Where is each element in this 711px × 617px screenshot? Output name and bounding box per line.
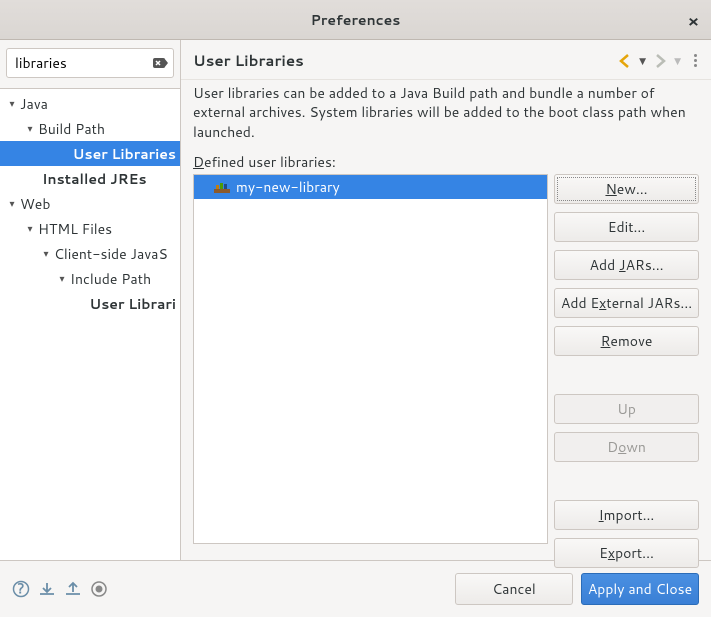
dialog-footer: ? Cancel Apply and Close bbox=[0, 560, 711, 617]
defined-libraries-label: Defined user libraries: bbox=[193, 152, 699, 172]
forward-icon[interactable] bbox=[652, 53, 668, 69]
tree-item-java[interactable]: ▾Java bbox=[0, 91, 180, 116]
library-buttons: New... Edit... Add JARs... Add External … bbox=[554, 174, 699, 568]
tree-item-build-path[interactable]: ▾Build Path bbox=[0, 116, 180, 141]
filter-search-input[interactable] bbox=[6, 48, 174, 78]
preferences-tree-sidebar: ▾Java ▾Build Path User Libraries Install… bbox=[0, 40, 181, 560]
tree-item-user-libraries[interactable]: User Libraries bbox=[0, 141, 180, 166]
preferences-page: User Libraries ▼ ▼ User libraries can be… bbox=[181, 40, 711, 560]
preferences-tree[interactable]: ▾Java ▾Build Path User Libraries Install… bbox=[0, 89, 180, 560]
expand-icon: ▾ bbox=[6, 197, 18, 211]
export-button[interactable]: Export... bbox=[554, 538, 699, 568]
page-history-nav: ▼ ▼ bbox=[617, 53, 699, 69]
tree-item-installed-jres[interactable]: Installed JREs bbox=[0, 166, 180, 191]
add-jars-button[interactable]: Add JARs... bbox=[554, 250, 699, 280]
edit-button[interactable]: Edit... bbox=[554, 212, 699, 242]
down-button: Down bbox=[554, 432, 699, 462]
export-prefs-icon[interactable] bbox=[64, 580, 82, 598]
tree-item-client-side-js[interactable]: ▾Client-side JavaS bbox=[0, 241, 180, 266]
svg-text:?: ? bbox=[17, 580, 24, 598]
library-icon bbox=[214, 181, 230, 193]
clear-search-icon[interactable] bbox=[152, 55, 168, 71]
back-icon[interactable] bbox=[617, 53, 633, 69]
tree-item-include-path[interactable]: ▾Include Path bbox=[0, 266, 180, 291]
library-name: my-new-library bbox=[236, 177, 340, 197]
page-menu-icon[interactable] bbox=[691, 54, 699, 67]
page-title: User Libraries bbox=[193, 50, 617, 71]
expand-icon: ▾ bbox=[56, 272, 68, 286]
new-button[interactable]: New... bbox=[554, 174, 699, 204]
add-external-jars-button[interactable]: Add External JARs... bbox=[554, 288, 699, 318]
tree-item-web-user-libraries[interactable]: User Librari bbox=[0, 291, 180, 316]
apply-and-close-button[interactable]: Apply and Close bbox=[581, 573, 699, 605]
forward-dropdown-icon[interactable]: ▼ bbox=[674, 54, 681, 67]
cancel-button[interactable]: Cancel bbox=[455, 573, 573, 605]
defined-libraries-list[interactable]: my-new-library bbox=[193, 174, 548, 544]
expand-icon: ▾ bbox=[40, 247, 52, 261]
help-icon[interactable]: ? bbox=[12, 580, 30, 598]
back-dropdown-icon[interactable]: ▼ bbox=[639, 54, 646, 67]
expand-icon: ▾ bbox=[24, 122, 36, 136]
window-close-button[interactable]: × bbox=[688, 10, 699, 33]
tree-item-web[interactable]: ▾Web bbox=[0, 191, 180, 216]
library-item[interactable]: my-new-library bbox=[194, 175, 547, 199]
oomph-icon[interactable] bbox=[90, 580, 108, 598]
import-prefs-icon[interactable] bbox=[38, 580, 56, 598]
import-button[interactable]: Import... bbox=[554, 500, 699, 530]
page-description: User libraries can be added to a Java Bu… bbox=[181, 79, 711, 152]
tree-item-html-files[interactable]: ▾HTML Files bbox=[0, 216, 180, 241]
up-button: Up bbox=[554, 394, 699, 424]
window-title: Preferences bbox=[311, 10, 401, 30]
window-titlebar: Preferences × bbox=[0, 0, 711, 40]
remove-button[interactable]: Remove bbox=[554, 326, 699, 356]
expand-icon: ▾ bbox=[24, 222, 36, 236]
expand-icon: ▾ bbox=[6, 97, 18, 111]
